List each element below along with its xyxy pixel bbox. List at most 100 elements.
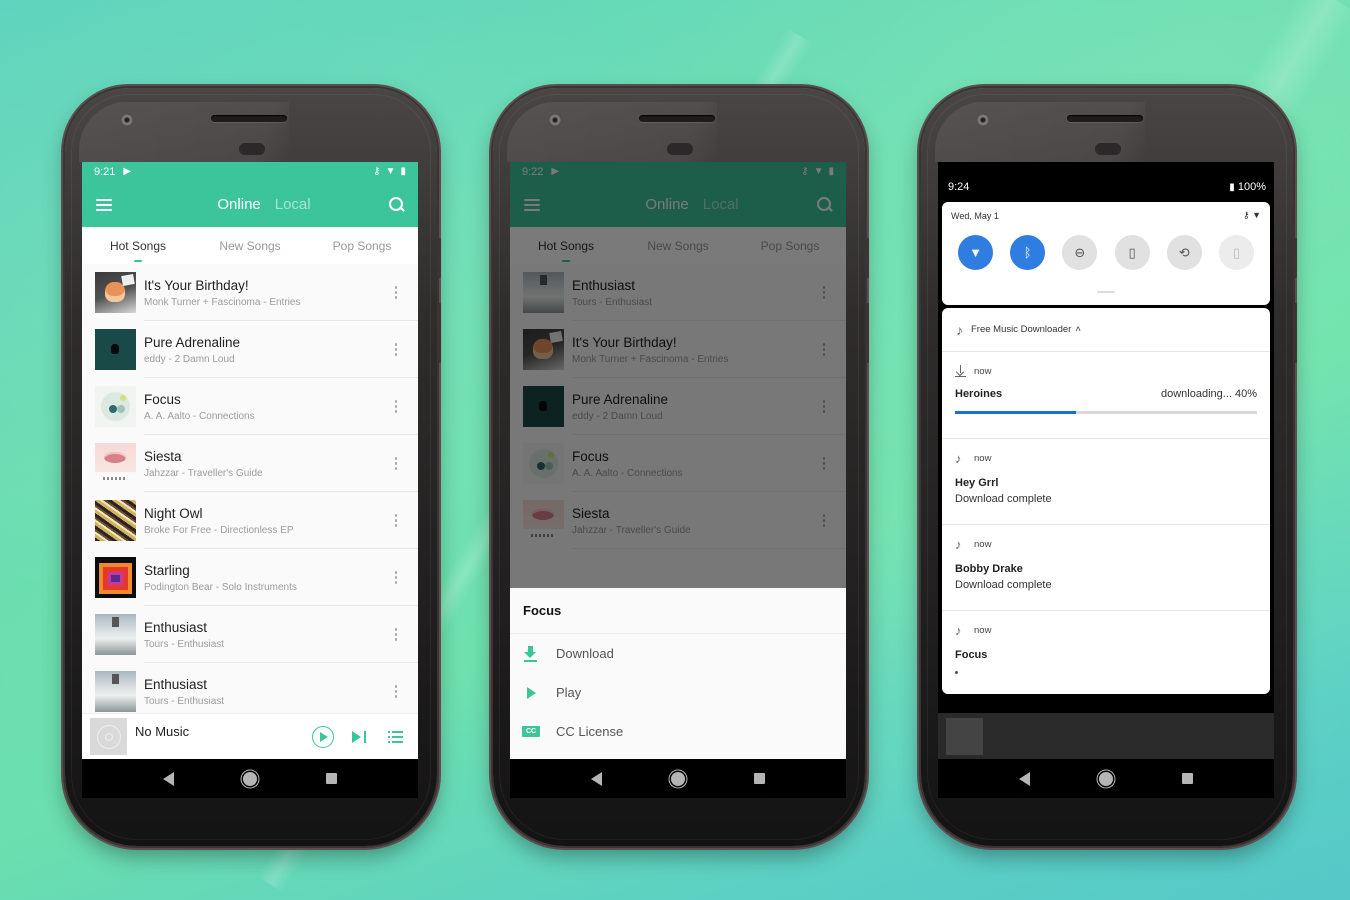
more-options-icon[interactable] [384,566,408,590]
tab-hot-songs[interactable]: Hot Songs [82,227,194,264]
earpiece-speaker [639,115,715,122]
more-options-icon[interactable] [384,338,408,362]
song-list-item[interactable]: Pure Adrenaline eddy - 2 Damn Loud [510,378,846,435]
dnd-icon[interactable]: ⊖ [1062,235,1098,270]
search-icon[interactable] [388,196,406,214]
back-icon[interactable] [162,771,174,786]
search-icon[interactable] [816,196,834,214]
volume-button [866,303,869,363]
home-icon[interactable] [670,771,685,786]
cc-icon: CC [522,726,540,737]
recents-icon[interactable] [754,773,766,784]
wifi-icon: ▼ [385,166,396,177]
status-time: 9:21 [94,166,116,178]
next-button[interactable] [346,724,372,750]
notification-title: Hey Grrl [955,477,999,489]
song-list-item[interactable]: Enthusiast Tours - Enthusiast [82,606,418,663]
phone-online-songs: 9:21 ▶ ⚷ ▼ ▮ Online Local Hot Songs New … [65,88,441,846]
more-options-icon[interactable] [384,509,408,533]
wifi-off-icon[interactable]: ▼ [958,235,993,270]
more-options-icon[interactable] [812,452,836,476]
qs-drag-handle[interactable] [1097,291,1115,293]
tab-new-songs[interactable]: New Songs [622,227,734,264]
song-list-item[interactable]: It's Your Birthday! Monk Turner + Fascino… [510,321,846,378]
queue-button[interactable] [382,724,408,750]
more-options-icon[interactable] [384,452,408,476]
battery-charging-icon: ▮ [1229,182,1235,193]
notification-item[interactable]: ♪ now Hey Grrl Download complete [942,439,1270,525]
back-icon[interactable] [1018,771,1030,786]
notification-group: ♪ Free Music Downloader ˄ now Heroines d… [942,308,1270,694]
cc-license-option[interactable]: CC CC License [510,712,846,751]
tab-hot-songs[interactable]: Hot Songs [510,227,622,264]
hamburger-icon[interactable] [524,198,540,211]
recents-icon[interactable] [1182,773,1194,784]
play-icon [527,686,536,699]
bluetooth-icon[interactable]: ᛒ [1010,235,1046,270]
song-subtitle: Jahzzar - Traveller's Guide [572,525,691,536]
notification-text: Download complete [955,493,1052,505]
song-list-item[interactable]: Starling Podington Bear - Solo Instrument… [82,549,418,606]
toolbar: Online Local [82,182,418,227]
more-options-icon[interactable] [812,395,836,419]
qs-status-icons: ⚷ ▼ [1243,210,1261,221]
notification-item[interactable]: ♪ now Bobby Drake Download complete [942,525,1270,611]
tab-online[interactable]: Online [645,196,688,213]
more-options-icon[interactable] [384,281,408,305]
song-list-item[interactable]: Enthusiast Tours - Enthusiast [510,264,846,321]
more-options-icon[interactable] [384,623,408,647]
back-icon[interactable] [590,771,602,786]
song-list-item[interactable]: Night Owl Broke For Free - Directionless … [82,492,418,549]
tab-new-songs[interactable]: New Songs [194,227,306,264]
more-options-icon[interactable] [812,509,836,533]
notification-app-header[interactable]: ♪ Free Music Downloader ˄ [942,308,1270,352]
tab-local[interactable]: Local [703,196,739,213]
song-options-sheet: Focus Download Play CC CC License [510,588,846,759]
rotate-icon[interactable]: ⟲ [1166,235,1202,270]
qs-date: Wed, May 1 [951,210,999,221]
song-subtitle: Monk Turner + Fascinoma - Entries [572,354,729,365]
song-list-item[interactable]: Siesta Jahzzar - Traveller's Guide [510,492,846,549]
home-icon[interactable] [242,771,257,786]
download-progress-bar [955,411,1257,414]
more-options-icon[interactable] [384,395,408,419]
song-list-item[interactable]: Siesta Jahzzar - Traveller's Guide [82,435,418,492]
notification-time: now [974,625,992,636]
more-options-icon[interactable] [384,680,408,704]
download-icon [524,645,538,662]
mini-player[interactable]: No Music [82,713,418,759]
play-option[interactable]: Play [510,673,846,712]
tab-local[interactable]: Local [275,196,311,213]
song-list-item[interactable]: Focus A. A. Aalto - Connections [510,435,846,492]
play-button[interactable] [310,724,336,750]
tab-pop-songs[interactable]: Pop Songs [306,227,418,264]
flashlight-icon[interactable]: ▯ [1114,235,1150,270]
notification-item[interactable]: ♪ now Focus [942,611,1270,674]
source-switcher: Online Local [645,196,738,213]
download-option[interactable]: Download [510,634,846,673]
song-list-item[interactable]: Focus A. A. Aalto - Connections [82,378,418,435]
app-bar: 9:22 ▶ ⚷ ▼ ▮ Online Local [510,162,846,227]
status-bar: 9:21 ▶ ⚷ ▼ ▮ [82,162,418,182]
song-list-item[interactable]: It's Your Birthday! Monk Turner + Fascino… [82,264,418,321]
tab-pop-songs[interactable]: Pop Songs [734,227,846,264]
battery-charging-icon: ▮ [400,166,406,177]
hamburger-icon[interactable] [96,198,112,211]
battery-saver-icon[interactable]: ▯ [1218,235,1254,270]
tab-online[interactable]: Online [217,196,260,213]
notification-time: now [974,365,992,377]
song-list-item[interactable]: Pure Adrenaline eddy - 2 Damn Loud [82,321,418,378]
collapse-icon[interactable]: ˄ [1075,324,1081,335]
notification-item[interactable]: now Heroines downloading... 40% [942,352,1270,439]
front-camera [976,113,990,127]
home-icon[interactable] [1098,771,1113,786]
notification-title: Focus [955,649,988,661]
recents-icon[interactable] [326,773,338,784]
status-time: 9:22 [522,166,544,178]
song-list-item[interactable]: Enthusiast Tours - Enthusiast [82,663,418,720]
music-note-icon: ♪ [955,537,962,552]
navigation-bar [510,759,846,798]
more-options-icon[interactable] [812,338,836,362]
sheet-title: Focus [510,588,846,634]
more-options-icon[interactable] [812,281,836,305]
